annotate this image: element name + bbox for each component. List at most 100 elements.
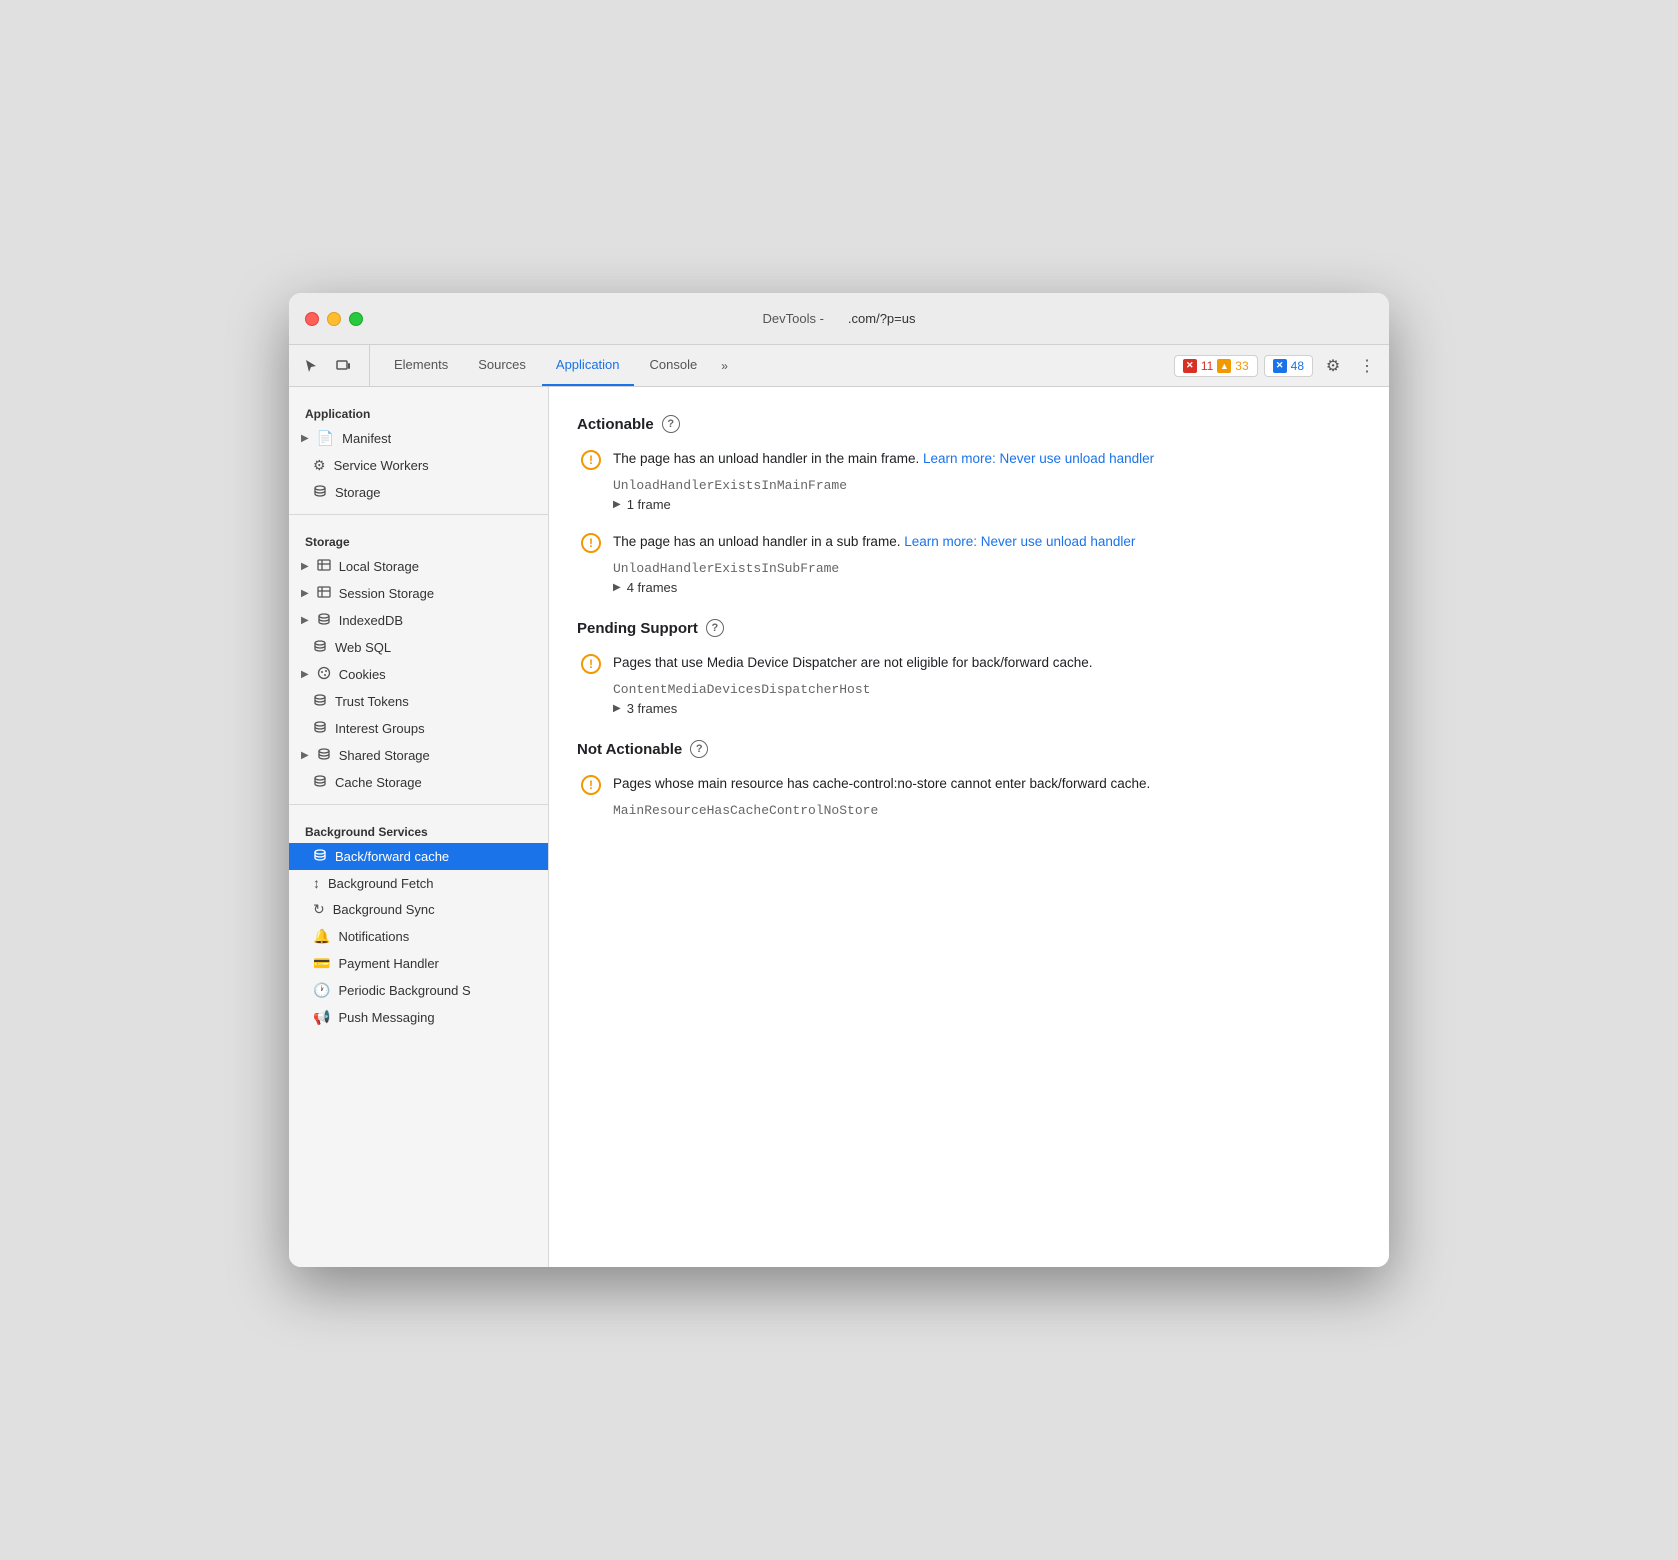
traffic-lights xyxy=(305,312,363,326)
issue-row-2: ! The page has an unload handler in a su… xyxy=(581,532,1361,553)
close-button[interactable] xyxy=(305,312,319,326)
issue-text-2: The page has an unload handler in a sub … xyxy=(613,532,1135,552)
trust-tokens-icon xyxy=(313,693,327,710)
sidebar-divider-1 xyxy=(289,514,548,515)
sidebar-item-background-fetch[interactable]: ↕ Background Fetch xyxy=(289,870,548,896)
sidebar-item-local-storage[interactable]: ▶ Local Storage xyxy=(289,553,548,580)
issue-frames-3[interactable]: ▶ 3 frames xyxy=(613,701,1361,716)
warning-count: 33 xyxy=(1235,359,1248,373)
storage-icon xyxy=(313,484,327,501)
issue-code-4: MainResourceHasCacheControlNoStore xyxy=(613,803,1361,818)
not-actionable-help-icon[interactable]: ? xyxy=(690,740,708,758)
maximize-button[interactable] xyxy=(349,312,363,326)
devtools-title: DevTools - xyxy=(763,311,824,326)
tab-console[interactable]: Console xyxy=(636,345,712,386)
title-center: DevTools - .com/?p=us xyxy=(763,311,916,326)
tab-sources[interactable]: Sources xyxy=(464,345,540,386)
sidebar-divider-2 xyxy=(289,804,548,805)
info-count: 48 xyxy=(1291,359,1304,373)
sidebar-item-service-workers[interactable]: ⚙ Service Workers xyxy=(289,452,548,479)
expand-arrow-icon: ▶ xyxy=(301,433,309,444)
indexeddb-icon xyxy=(317,612,331,629)
minimize-button[interactable] xyxy=(327,312,341,326)
pending-section-header: Pending Support ? xyxy=(577,619,1361,637)
sidebar-item-notifications[interactable]: 🔔 Notifications xyxy=(289,923,548,950)
sidebar-item-periodic-background[interactable]: 🕐 Periodic Background S xyxy=(289,977,548,1004)
device-icon[interactable] xyxy=(329,352,357,380)
issue-unload-sub: ! The page has an unload handler in a su… xyxy=(577,532,1361,595)
info-icon: ✕ xyxy=(1273,359,1287,373)
session-storage-icon xyxy=(317,585,331,602)
sidebar-item-push-messaging[interactable]: 📢 Push Messaging xyxy=(289,1004,548,1031)
issue-frames-1[interactable]: ▶ 1 frame xyxy=(613,497,1361,512)
issue-media-device: ! Pages that use Media Device Dispatcher… xyxy=(577,653,1361,716)
service-workers-icon: ⚙ xyxy=(313,457,326,474)
cache-storage-icon xyxy=(313,774,327,791)
sidebar-item-indexeddb[interactable]: ▶ IndexedDB xyxy=(289,607,548,634)
not-actionable-title: Not Actionable xyxy=(577,741,682,758)
cursor-icon[interactable] xyxy=(297,352,325,380)
sidebar-item-cookies[interactable]: ▶ Cookies xyxy=(289,661,548,688)
issue-row-4: ! Pages whose main resource has cache-co… xyxy=(581,774,1361,795)
shared-storage-icon xyxy=(317,747,331,764)
warning-icon-4: ! xyxy=(581,775,601,795)
expand-arrow-icon: ▶ xyxy=(301,750,309,761)
sidebar-item-web-sql[interactable]: Web SQL xyxy=(289,634,548,661)
actionable-help-icon[interactable]: ? xyxy=(662,415,680,433)
devtools-window: DevTools - .com/?p=us Elements Sources xyxy=(289,293,1389,1267)
settings-icon[interactable]: ⚙ xyxy=(1319,352,1347,380)
storage-section-label: Storage xyxy=(289,523,548,553)
issue-cache-control: ! Pages whose main resource has cache-co… xyxy=(577,774,1361,818)
pending-help-icon[interactable]: ? xyxy=(706,619,724,637)
actionable-section-header: Actionable ? xyxy=(577,415,1361,433)
error-icon: ✕ xyxy=(1183,359,1197,373)
warning-icon-3: ! xyxy=(581,654,601,674)
tab-overflow[interactable]: » xyxy=(713,345,736,386)
sidebar-item-shared-storage[interactable]: ▶ Shared Storage xyxy=(289,742,548,769)
sidebar-item-back-forward-cache[interactable]: Back/forward cache xyxy=(289,843,548,870)
sidebar-item-trust-tokens[interactable]: Trust Tokens xyxy=(289,688,548,715)
background-fetch-icon: ↕ xyxy=(313,875,320,891)
interest-groups-icon xyxy=(313,720,327,737)
warning-icon-2: ! xyxy=(581,533,601,553)
background-sync-icon: ↻ xyxy=(313,901,325,918)
pending-title: Pending Support xyxy=(577,620,698,637)
issue-text-3: Pages that use Media Device Dispatcher a… xyxy=(613,653,1093,673)
local-storage-icon xyxy=(317,558,331,575)
issue-code-3: ContentMediaDevicesDispatcherHost xyxy=(613,682,1361,697)
sidebar-item-payment-handler[interactable]: 💳 Payment Handler xyxy=(289,950,548,977)
app-section-label: Application xyxy=(289,395,548,425)
page-url: .com/?p=us xyxy=(848,311,916,326)
error-badge-group[interactable]: ✕ 11 ▲ 33 xyxy=(1174,355,1258,377)
learn-more-link-2[interactable]: Learn more: Never use unload handler xyxy=(904,534,1135,549)
sidebar-item-cache-storage[interactable]: Cache Storage xyxy=(289,769,548,796)
info-badge-group[interactable]: ✕ 48 xyxy=(1264,355,1313,377)
title-bar: DevTools - .com/?p=us xyxy=(289,293,1389,345)
sidebar-item-manifest[interactable]: ▶ 📄 Manifest xyxy=(289,425,548,452)
more-options-icon[interactable]: ⋮ xyxy=(1353,352,1381,380)
tab-application[interactable]: Application xyxy=(542,345,634,386)
issue-frames-2[interactable]: ▶ 4 frames xyxy=(613,580,1361,595)
warning-icon-1: ! xyxy=(581,450,601,470)
warning-icon: ▲ xyxy=(1217,359,1231,373)
error-count: 11 xyxy=(1201,359,1213,373)
expand-arrow-icon: ▶ xyxy=(301,615,309,626)
tab-elements[interactable]: Elements xyxy=(380,345,462,386)
issue-unload-main: ! The page has an unload handler in the … xyxy=(577,449,1361,512)
tab-settings: ⚙ ⋮ xyxy=(1319,352,1381,380)
not-actionable-section-header: Not Actionable ? xyxy=(577,740,1361,758)
sidebar-item-storage[interactable]: Storage xyxy=(289,479,548,506)
push-messaging-icon: 📢 xyxy=(313,1009,330,1026)
frame-expand-icon-3: ▶ xyxy=(613,703,621,714)
sidebar-item-interest-groups[interactable]: Interest Groups xyxy=(289,715,548,742)
tab-bar: Elements Sources Application Console » ✕… xyxy=(289,345,1389,387)
sidebar-item-session-storage[interactable]: ▶ Session Storage xyxy=(289,580,548,607)
sidebar: Application ▶ 📄 Manifest ⚙ Service Worke… xyxy=(289,387,549,1267)
frame-expand-icon-1: ▶ xyxy=(613,499,621,510)
tab-bar-icons xyxy=(297,345,370,386)
manifest-icon: 📄 xyxy=(317,430,334,447)
content-area: Actionable ? ! The page has an unload ha… xyxy=(549,387,1389,1267)
sidebar-item-background-sync[interactable]: ↻ Background Sync xyxy=(289,896,548,923)
issue-text-1: The page has an unload handler in the ma… xyxy=(613,449,1154,469)
learn-more-link-1[interactable]: Learn more: Never use unload handler xyxy=(923,451,1154,466)
